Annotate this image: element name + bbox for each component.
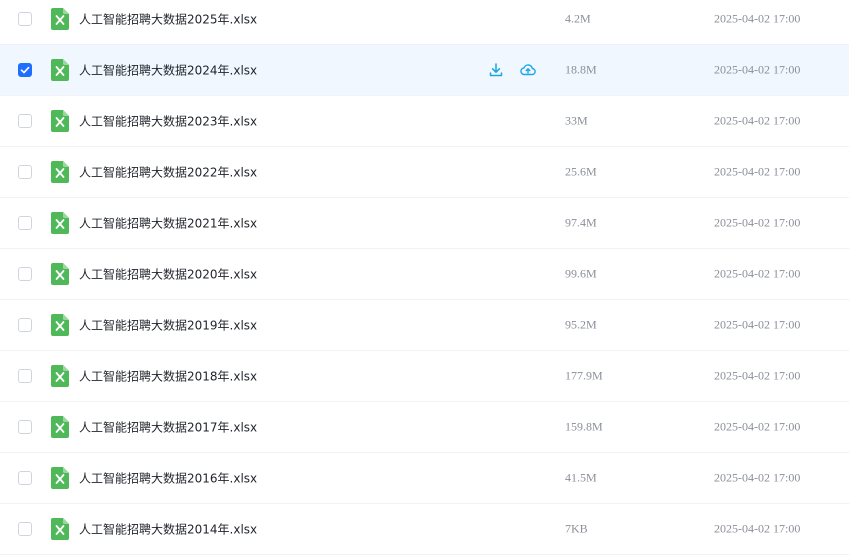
download-icon[interactable] bbox=[488, 62, 504, 78]
row-checkbox[interactable] bbox=[18, 114, 32, 128]
excel-file-icon bbox=[51, 416, 69, 438]
excel-file-icon bbox=[51, 161, 69, 183]
file-row[interactable]: 人工智能招聘大数据2016年.xlsx 41.5M 2025-04-02 17:… bbox=[0, 453, 849, 504]
file-name[interactable]: 人工智能招聘大数据2023年.xlsx bbox=[79, 113, 257, 130]
excel-file-icon bbox=[51, 263, 69, 285]
file-name[interactable]: 人工智能招聘大数据2019年.xlsx bbox=[79, 317, 257, 334]
file-size: 99.6M bbox=[565, 266, 597, 281]
row-checkbox[interactable] bbox=[18, 12, 32, 26]
file-row[interactable]: 人工智能招聘大数据2018年.xlsx 177.9M 2025-04-02 17… bbox=[0, 351, 849, 402]
file-size: 18.8M bbox=[565, 62, 597, 77]
file-modified-time: 2025-04-02 17:00 bbox=[714, 113, 801, 128]
row-checkbox[interactable] bbox=[18, 267, 32, 281]
excel-file-icon bbox=[51, 365, 69, 387]
file-list: 人工智能招聘大数据2025年.xlsx 4.2M 2025-04-02 17:0… bbox=[0, 0, 849, 558]
file-row[interactable]: 人工智能招聘大数据2020年.xlsx 99.6M 2025-04-02 17:… bbox=[0, 249, 849, 300]
file-modified-time: 2025-04-02 17:00 bbox=[714, 62, 801, 77]
row-checkbox[interactable] bbox=[18, 471, 32, 485]
file-row[interactable]: 人工智能招聘大数据2021年.xlsx 97.4M 2025-04-02 17:… bbox=[0, 198, 849, 249]
file-modified-time: 2025-04-02 17:00 bbox=[714, 419, 801, 434]
file-row[interactable]: 人工智能招聘大数据2014年.xlsx 7KB 2025-04-02 17:00 bbox=[0, 504, 849, 555]
file-modified-time: 2025-04-02 17:00 bbox=[714, 215, 801, 230]
file-row[interactable]: 人工智能招聘大数据2017年.xlsx 159.8M 2025-04-02 17… bbox=[0, 402, 849, 453]
file-modified-time: 2025-04-02 17:00 bbox=[714, 470, 801, 485]
excel-file-icon bbox=[51, 314, 69, 336]
file-modified-time: 2025-04-02 17:00 bbox=[714, 11, 801, 26]
row-checkbox[interactable] bbox=[18, 522, 32, 536]
file-name[interactable]: 人工智能招聘大数据2016年.xlsx bbox=[79, 470, 257, 487]
file-size: 4.2M bbox=[565, 11, 591, 26]
file-name[interactable]: 人工智能招聘大数据2017年.xlsx bbox=[79, 419, 257, 436]
file-name[interactable]: 人工智能招聘大数据2014年.xlsx bbox=[79, 521, 257, 538]
file-modified-time: 2025-04-02 17:00 bbox=[714, 164, 801, 179]
row-checkbox[interactable] bbox=[18, 165, 32, 179]
file-name[interactable]: 人工智能招聘大数据2018年.xlsx bbox=[79, 368, 257, 385]
file-modified-time: 2025-04-02 17:00 bbox=[714, 368, 801, 383]
row-checkbox[interactable] bbox=[18, 318, 32, 332]
checkmark-icon bbox=[20, 66, 30, 74]
file-size: 159.8M bbox=[565, 419, 603, 434]
file-row[interactable]: 人工智能招聘大数据2023年.xlsx 33M 2025-04-02 17:00 bbox=[0, 96, 849, 147]
excel-file-icon bbox=[51, 467, 69, 489]
row-checkbox[interactable] bbox=[18, 369, 32, 383]
file-size: 33M bbox=[565, 113, 588, 128]
excel-file-icon bbox=[51, 518, 69, 540]
file-size: 25.6M bbox=[565, 164, 597, 179]
file-size: 97.4M bbox=[565, 215, 597, 230]
file-modified-time: 2025-04-02 17:00 bbox=[714, 317, 801, 332]
file-name[interactable]: 人工智能招聘大数据2020年.xlsx bbox=[79, 266, 257, 283]
excel-file-icon bbox=[51, 59, 69, 81]
file-row[interactable]: 人工智能招聘大数据2022年.xlsx 25.6M 2025-04-02 17:… bbox=[0, 147, 849, 198]
file-size: 95.2M bbox=[565, 317, 597, 332]
file-size: 41.5M bbox=[565, 470, 597, 485]
file-name[interactable]: 人工智能招聘大数据2024年.xlsx bbox=[79, 62, 257, 79]
excel-file-icon bbox=[51, 212, 69, 234]
excel-file-icon bbox=[51, 8, 69, 30]
file-row[interactable]: 人工智能招聘大数据2025年.xlsx 4.2M 2025-04-02 17:0… bbox=[0, 0, 849, 45]
file-row[interactable]: 人工智能招聘大数据2019年.xlsx 95.2M 2025-04-02 17:… bbox=[0, 300, 849, 351]
file-modified-time: 2025-04-02 17:00 bbox=[714, 266, 801, 281]
row-checkbox[interactable] bbox=[18, 63, 32, 77]
cloud-upload-icon[interactable] bbox=[520, 62, 536, 78]
file-size: 7KB bbox=[565, 521, 588, 536]
file-name[interactable]: 人工智能招聘大数据2021年.xlsx bbox=[79, 215, 257, 232]
file-size: 177.9M bbox=[565, 368, 603, 383]
file-name[interactable]: 人工智能招聘大数据2022年.xlsx bbox=[79, 164, 257, 181]
file-name[interactable]: 人工智能招聘大数据2025年.xlsx bbox=[79, 11, 257, 28]
excel-file-icon bbox=[51, 110, 69, 132]
file-modified-time: 2025-04-02 17:00 bbox=[714, 521, 801, 536]
file-row[interactable]: 人工智能招聘大数据2024年.xlsx 18.8M 2025-04-02 17:… bbox=[0, 45, 849, 96]
row-checkbox[interactable] bbox=[18, 420, 32, 434]
row-checkbox[interactable] bbox=[18, 216, 32, 230]
